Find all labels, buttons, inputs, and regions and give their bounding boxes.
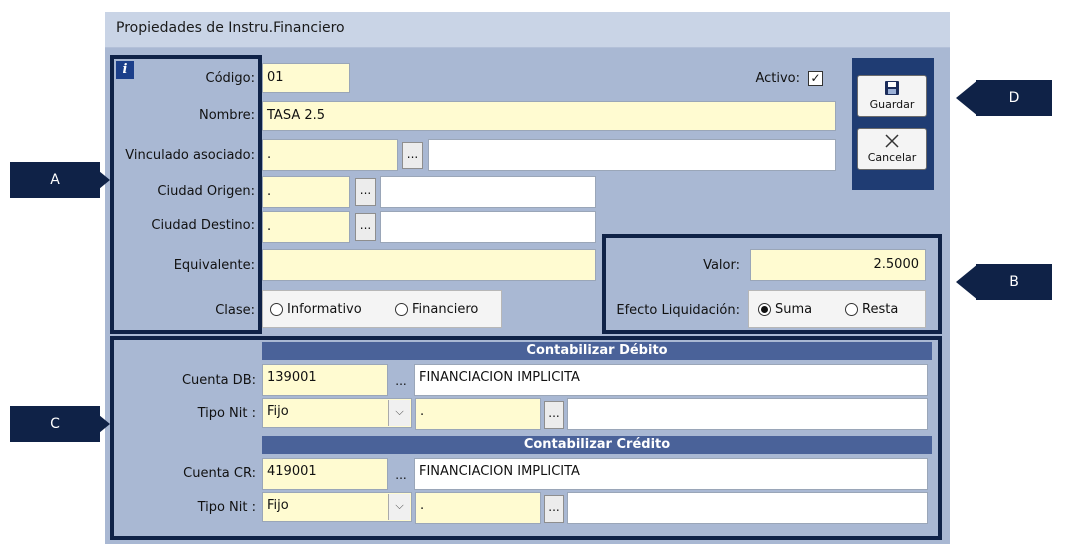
callout-tag-d: D: [976, 80, 1052, 116]
guardar-label: Guardar: [869, 98, 915, 111]
codigo-field[interactable]: 01: [262, 63, 350, 93]
callout-arrow-d: [956, 80, 978, 116]
callout-arrow-b: [956, 264, 978, 300]
callout-frame-a: [110, 55, 262, 334]
activo-checkbox[interactable]: ✓: [808, 71, 823, 86]
cancelar-button[interactable]: Cancelar: [857, 128, 927, 170]
callout-frame-b: [602, 234, 942, 334]
ciudad-origen-name-field[interactable]: [380, 176, 596, 208]
activo-label: Activo:: [755, 71, 800, 86]
vinculado-code-field[interactable]: .: [262, 139, 398, 171]
callout-tag-b: B: [976, 264, 1052, 300]
vinculado-browse-button[interactable]: ...: [402, 142, 423, 169]
radio-circle: [395, 303, 408, 316]
ciudad-origen-code-field[interactable]: .: [262, 176, 350, 208]
clase-informativo-label: Informativo: [287, 302, 362, 317]
callout-arrow-c: [88, 406, 110, 442]
ciudad-origen-browse-button[interactable]: ...: [355, 178, 376, 206]
clase-financiero-label: Financiero: [412, 302, 479, 317]
guardar-button[interactable]: Guardar: [857, 75, 927, 117]
callout-frame-c: [110, 336, 942, 540]
ciudad-destino-code-field[interactable]: .: [262, 211, 350, 243]
equivalente-field[interactable]: [262, 249, 596, 281]
ciudad-destino-name-field[interactable]: [380, 211, 596, 243]
callout-arrow-a: [88, 162, 110, 198]
vinculado-name-field[interactable]: [428, 139, 836, 171]
close-icon: [858, 131, 926, 151]
callout-tag-a: A: [10, 162, 100, 198]
clase-informativo-radio[interactable]: Informativo: [270, 302, 362, 317]
radio-circle: [270, 303, 283, 316]
callout-tag-c: C: [10, 406, 100, 442]
cancelar-label: Cancelar: [867, 151, 917, 164]
clase-financiero-radio[interactable]: Financiero: [395, 302, 478, 317]
window-title: Propiedades de Instru.Financiero: [116, 20, 345, 36]
floppy-disk-icon: [858, 78, 926, 98]
ciudad-destino-browse-button[interactable]: ...: [355, 213, 376, 241]
nombre-field[interactable]: TASA 2.5: [262, 101, 836, 131]
